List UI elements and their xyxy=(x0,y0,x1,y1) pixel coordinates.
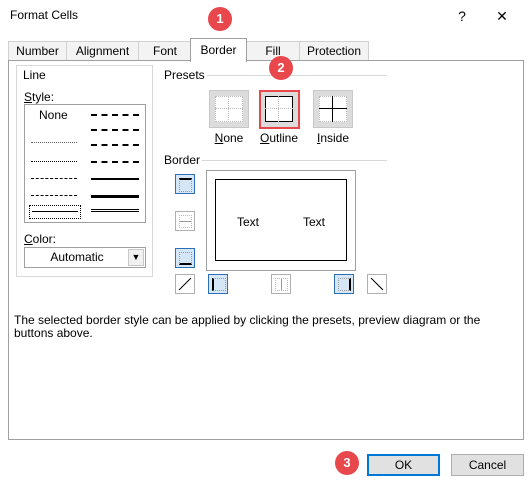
window-title: Format Cells xyxy=(10,8,79,22)
line-style-list[interactable]: None xyxy=(24,104,146,223)
help-button[interactable]: ? xyxy=(447,3,477,29)
line-style-dash-dot-dot[interactable] xyxy=(31,178,77,179)
line-style-none[interactable]: None xyxy=(39,108,68,122)
presets-separator xyxy=(207,75,387,76)
preview-text-left: Text xyxy=(237,215,260,229)
close-button[interactable]: ✕ xyxy=(487,3,517,29)
border-middle-horizontal-button[interactable] xyxy=(175,211,195,231)
line-style-medium-dash-dot-dot[interactable] xyxy=(91,114,139,116)
tab-border[interactable]: Border xyxy=(190,38,247,62)
line-style-medium-dash-dot[interactable] xyxy=(91,144,139,146)
line-group-heading: Line xyxy=(21,68,48,82)
line-style-thick[interactable] xyxy=(91,195,139,198)
preset-outline-button[interactable] xyxy=(259,90,300,129)
border-top-icon xyxy=(179,178,192,192)
border-middle-vertical-icon xyxy=(275,278,288,291)
cancel-button[interactable]: Cancel xyxy=(451,454,524,476)
line-style-hair[interactable] xyxy=(31,142,77,143)
line-style-medium[interactable] xyxy=(91,178,139,180)
preset-inside-label: Inside xyxy=(316,131,350,145)
preview-text-right: Text xyxy=(303,215,326,229)
border-right-icon xyxy=(338,278,351,291)
line-style-dash-dot[interactable] xyxy=(31,195,77,196)
diagonal-down-icon xyxy=(370,277,384,291)
border-middle-vertical-button[interactable] xyxy=(271,274,291,294)
preset-none-button[interactable] xyxy=(209,90,249,128)
border-right-button[interactable] xyxy=(334,274,354,294)
line-style-dotted[interactable] xyxy=(31,161,77,162)
preset-inside-icon xyxy=(319,96,347,122)
color-dropdown[interactable]: Automatic ▼ xyxy=(24,247,146,268)
border-top-button[interactable] xyxy=(175,174,195,194)
border-preview[interactable]: Text Text xyxy=(206,170,356,271)
preset-outline-icon xyxy=(265,96,293,122)
tab-protection[interactable]: Protection xyxy=(299,41,369,61)
annotation-badge-3: 3 xyxy=(335,451,359,475)
preset-none-icon xyxy=(215,96,243,122)
annotation-badge-2: 2 xyxy=(269,56,293,80)
preset-inside-button[interactable] xyxy=(313,90,353,128)
line-style-slant-dash-dot[interactable] xyxy=(91,129,139,131)
border-diagonal-up-button[interactable] xyxy=(175,274,195,294)
tab-number[interactable]: Number xyxy=(8,41,67,61)
style-label: Style: xyxy=(24,90,55,104)
border-middle-horizontal-icon xyxy=(179,215,192,228)
border-bottom-icon xyxy=(179,252,192,265)
ok-button[interactable]: OK xyxy=(367,454,440,476)
border-bottom-button[interactable] xyxy=(175,248,195,268)
border-left-button[interactable] xyxy=(208,274,228,294)
border-diagonal-down-button[interactable] xyxy=(367,274,387,294)
color-label: Color: xyxy=(24,232,57,246)
help-text: The selected border style can be applied… xyxy=(14,313,481,340)
close-icon: ✕ xyxy=(496,8,508,24)
tab-font[interactable]: Font xyxy=(138,41,192,61)
preview-outline xyxy=(215,179,347,261)
line-style-double[interactable] xyxy=(91,209,139,215)
annotation-badge-1: 1 xyxy=(208,7,232,31)
border-heading: Border xyxy=(164,153,201,167)
preset-outline-label: Outline xyxy=(259,131,299,145)
line-style-medium-dashed[interactable] xyxy=(91,161,139,163)
diagonal-up-icon xyxy=(178,277,192,291)
presets-heading: Presets xyxy=(164,68,205,82)
line-style-dashed-selected[interactable] xyxy=(29,205,81,219)
chevron-down-icon[interactable]: ▼ xyxy=(128,249,144,266)
preset-none-label: None xyxy=(214,131,244,145)
border-left-icon xyxy=(212,278,226,291)
color-dropdown-value: Automatic xyxy=(50,250,104,264)
border-separator xyxy=(202,160,387,161)
tab-alignment[interactable]: Alignment xyxy=(66,41,139,61)
